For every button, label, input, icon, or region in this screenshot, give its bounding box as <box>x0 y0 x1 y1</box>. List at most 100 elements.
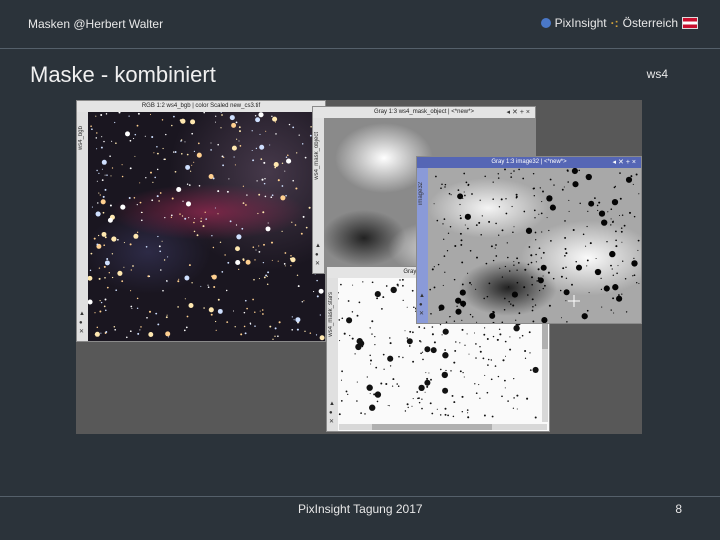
star-dot <box>579 202 581 205</box>
star-dot <box>203 112 205 114</box>
star-dot <box>406 337 409 339</box>
star-dot <box>295 187 298 190</box>
star-dot <box>463 376 465 378</box>
star-dot <box>165 133 167 136</box>
star-dot <box>534 217 536 219</box>
sidebar-icons[interactable]: ▲ ● ✕ <box>315 242 321 269</box>
star-dot <box>460 243 463 246</box>
star-dot <box>469 281 471 284</box>
star-dot <box>523 286 526 289</box>
star-dot <box>508 286 510 288</box>
star-dot <box>513 264 515 266</box>
window-sidebar[interactable]: ws4_bgb ▲ ● ✕ <box>77 112 88 341</box>
image-rgb-stars[interactable] <box>88 112 325 341</box>
star-dot <box>586 265 588 267</box>
star-dot <box>488 220 491 223</box>
horizontal-scrollbar[interactable] <box>339 424 547 430</box>
image-window-rgb[interactable]: RGB 1:2 ws4_bgb | color Scaled new_cs3.t… <box>76 100 326 342</box>
window-sidebar[interactable]: image32 ▲ ● ✕ <box>417 168 428 323</box>
star-dot <box>129 167 132 170</box>
scrollbar-thumb[interactable] <box>372 424 492 430</box>
window-sidebar[interactable]: ws4_mask_stars ▲ ● ✕ <box>327 278 338 431</box>
star-dot <box>607 211 609 213</box>
star-dot <box>492 198 494 200</box>
star-dot <box>587 210 589 212</box>
star-dot <box>588 200 595 207</box>
star-dot <box>467 184 469 187</box>
star-dot <box>461 283 464 286</box>
sidebar-icons[interactable]: ▲ ● ✕ <box>329 400 335 427</box>
star-dot <box>166 279 168 282</box>
star-dot <box>211 235 213 237</box>
star-dot <box>369 404 376 411</box>
star-dot <box>616 295 623 302</box>
star-dot <box>461 328 464 331</box>
window-titlebar[interactable]: Gray 1:3 ws4_mask_object | <*new*> <box>313 107 535 118</box>
star-dot <box>612 274 615 277</box>
star-dot <box>455 341 457 343</box>
star-dot <box>621 241 623 243</box>
star-dot <box>564 236 567 239</box>
sidebar-icons[interactable]: ▲ ● ✕ <box>419 292 425 319</box>
star-dot <box>263 182 266 185</box>
star-dot <box>489 312 496 319</box>
star-dot <box>267 222 269 224</box>
star-dot <box>308 206 311 209</box>
star-dot <box>186 183 189 185</box>
star-dot <box>164 216 166 219</box>
star-dot <box>563 186 565 188</box>
star-dot <box>382 353 385 356</box>
star-dot <box>505 198 507 200</box>
slide-title: Maske - kombiniert <box>30 62 216 87</box>
window-titlebar[interactable]: Gray 1:3 image32 | <*new*> <box>417 157 641 168</box>
window-controls[interactable]: ◂✕+× <box>612 157 638 168</box>
star-dot <box>438 304 445 311</box>
star-dot <box>179 119 182 122</box>
star-dot <box>483 414 486 417</box>
star-dot <box>637 249 639 251</box>
star-dot <box>290 257 296 263</box>
star-dot <box>500 198 503 201</box>
star-dot <box>260 158 263 160</box>
star-dot <box>139 182 141 184</box>
star-dot <box>585 245 587 247</box>
image-combined-mask[interactable] <box>428 168 641 323</box>
star-dot <box>506 256 509 259</box>
star-dot <box>149 113 152 115</box>
star-dot <box>478 384 480 386</box>
star-dot <box>191 164 193 166</box>
star-dot <box>319 335 325 341</box>
star-dot <box>459 342 461 344</box>
star-dot <box>193 230 196 233</box>
star-dot <box>564 254 566 257</box>
star-dot <box>291 316 293 318</box>
star-dot <box>262 261 265 264</box>
star-dot <box>578 169 580 172</box>
star-dot <box>515 193 518 196</box>
image-window-image32[interactable]: Gray 1:3 image32 | <*new*> ◂✕+× image32 … <box>416 156 642 324</box>
window-titlebar[interactable]: RGB 1:2 ws4_bgb | color Scaled new_cs3.t… <box>77 101 325 112</box>
star-dot <box>441 183 443 185</box>
window-title: Gray 1:3 ws4_mask_object | <*new*> <box>374 109 474 115</box>
sidebar-icons[interactable]: ▲ ● ✕ <box>79 310 85 337</box>
star-dot <box>270 241 274 244</box>
star-dot <box>533 187 536 190</box>
star-dot <box>621 293 623 295</box>
star-dot <box>494 247 496 249</box>
star-dot <box>610 224 612 226</box>
star-dot <box>245 204 247 206</box>
star-dot <box>274 121 277 123</box>
window-sidebar[interactable]: ws4_mask_object ▲ ● ✕ <box>313 118 324 273</box>
star-dot <box>389 337 391 339</box>
star-dot <box>118 112 121 114</box>
star-dot <box>442 284 444 286</box>
star-dot <box>115 289 118 292</box>
star-dot <box>475 392 478 395</box>
star-dot <box>130 305 133 308</box>
star-dot <box>487 358 490 361</box>
star-dot <box>589 242 592 245</box>
star-dot <box>513 226 515 228</box>
window-controls[interactable]: ◂✕+× <box>506 107 532 118</box>
star-dot <box>560 317 563 319</box>
star-dot <box>533 195 535 197</box>
